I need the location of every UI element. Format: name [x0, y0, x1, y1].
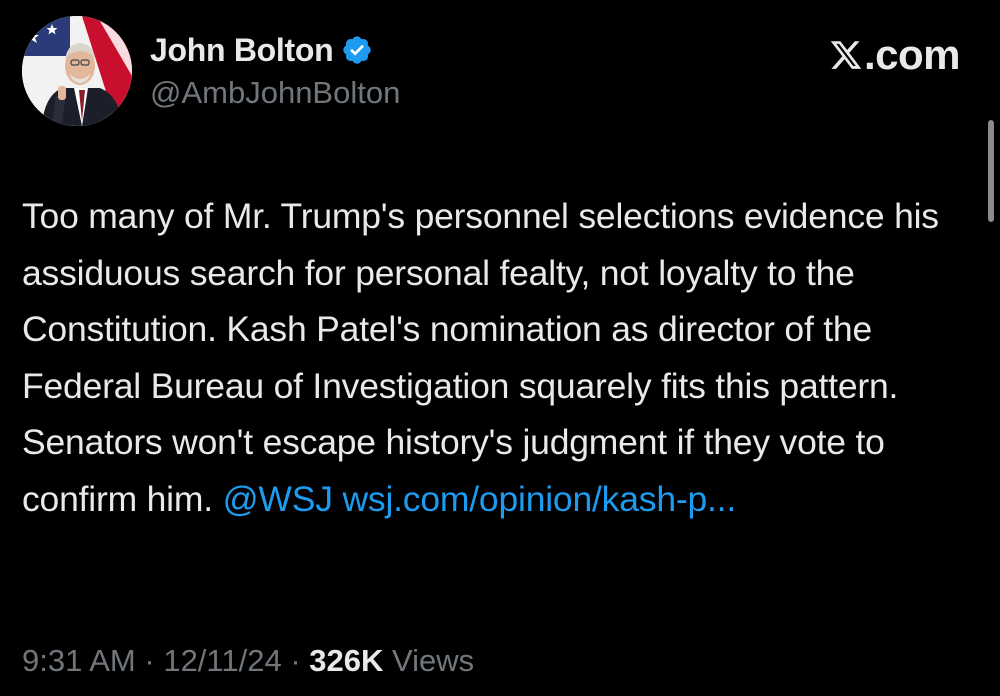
brand-domain-text: .com: [863, 31, 961, 78]
tweet-text: Too many of Mr. Trump's personnel select…: [22, 196, 939, 519]
tweet-date[interactable]: 12/11/24: [163, 643, 281, 678]
author-handle[interactable]: @AmbJohnBolton: [150, 75, 400, 111]
meta-separator: ·: [144, 643, 155, 678]
article-link[interactable]: wsj.com/opinion/kash-p...: [342, 479, 736, 519]
x-brand: .com: [829, 30, 961, 80]
avatar[interactable]: [22, 16, 132, 126]
tweet-time[interactable]: 9:31 AM: [22, 643, 136, 678]
avatar-photo: [22, 16, 132, 126]
mention-link[interactable]: @WSJ: [223, 479, 333, 519]
tweet-body: Too many of Mr. Trump's personnel select…: [22, 188, 967, 527]
author-name-row[interactable]: John Bolton: [150, 28, 373, 72]
verified-badge-icon: [341, 34, 373, 66]
views-label: Views: [392, 643, 475, 678]
meta-separator: ·: [290, 643, 301, 678]
author-display-name[interactable]: John Bolton: [150, 32, 334, 69]
scrollbar[interactable]: [988, 120, 994, 222]
tweet-meta: 9:31 AM · 12/11/24 · 326K Views: [22, 643, 474, 679]
x-logo-icon: [829, 37, 863, 73]
views-count[interactable]: 326K: [309, 643, 383, 678]
